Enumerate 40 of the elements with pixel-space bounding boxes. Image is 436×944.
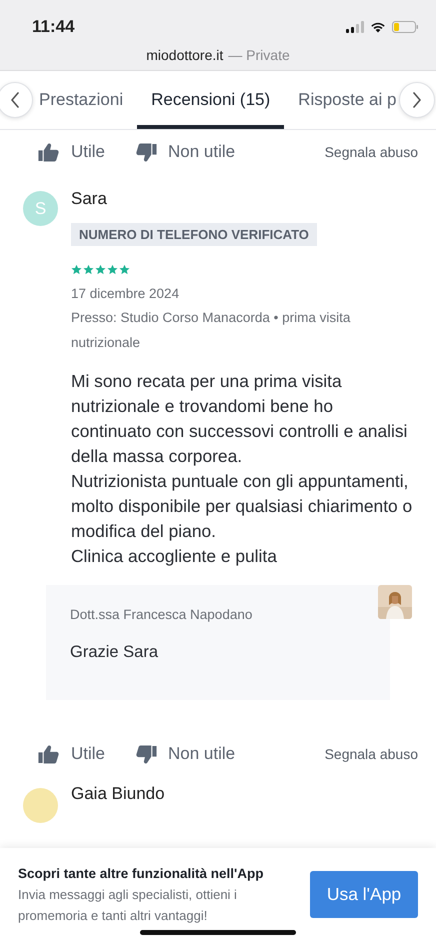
scroll-left-button[interactable] — [0, 82, 33, 118]
battery-icon — [392, 21, 418, 33]
star-icon — [83, 264, 94, 275]
scroll-right-button[interactable] — [399, 82, 436, 118]
helpful-button[interactable]: Utile — [38, 142, 106, 162]
review-text: Mi sono recata per una prima visita nutrizionale e trovandomi bene ho continuato con successovi controlli e analisi della massa corporea. Nutrizionista puntuale con gli appuntamenti, molto disponibile per qualsiasi chiarimento o modifica del piano. Clinica accogliente e pulita — [71, 370, 414, 568]
star-icon — [95, 264, 106, 275]
avatar — [23, 788, 58, 823]
wifi-icon — [370, 21, 386, 33]
tab[interactable]: Risposte ai p — [284, 71, 396, 129]
not-helpful-button[interactable]: Non utile — [135, 744, 236, 764]
thumbs-down-icon — [135, 142, 158, 162]
banner-text: Invia messaggi agli specialisti, ottieni i promemoria e tanti altri vantaggi! — [18, 886, 238, 925]
thumbs-down-icon — [135, 744, 158, 764]
clock-time: 11:44 — [32, 17, 75, 37]
review-date: 17 dicembre 2024 — [71, 286, 180, 301]
helpful-button[interactable]: Utile — [38, 744, 106, 764]
report-abuse-link[interactable]: Segnala abuso — [324, 144, 418, 160]
tab[interactable]: Prestazioni — [33, 71, 138, 129]
reply-author: Dott.ssa Francesca Napodano — [70, 607, 254, 622]
reviewer-name: Sara — [71, 188, 108, 210]
signal-icon — [346, 21, 364, 33]
not-helpful-button[interactable]: Non utile — [135, 142, 236, 162]
star-icon — [71, 264, 82, 275]
thumbs-up-icon — [38, 142, 60, 162]
star-icon — [107, 264, 118, 275]
reviewer-name: Gaia Biundo — [71, 784, 165, 805]
thumbs-up-icon — [38, 744, 60, 764]
report-abuse-link[interactable]: Segnala abuso — [324, 746, 418, 762]
verified-badge: NUMERO DI TELEFONO VERIFICATO — [71, 223, 317, 246]
use-app-button[interactable]: Usa l'App — [310, 871, 418, 918]
reply-text: Grazie Sara — [70, 643, 160, 662]
chevron-right-icon — [413, 92, 422, 108]
visit-location: Presso: Studio Corso Manacorda • prima visita nutrizionale — [71, 309, 352, 352]
banner-title: Scopri tante altre funzionalità nell'App — [18, 866, 264, 881]
address-bar[interactable]: miodottore.it — Private — [0, 47, 436, 63]
star-icon — [119, 264, 130, 275]
avatar: S — [23, 191, 58, 226]
tab[interactable]: Recensioni (15) — [137, 71, 284, 129]
chevron-left-icon — [11, 92, 19, 108]
